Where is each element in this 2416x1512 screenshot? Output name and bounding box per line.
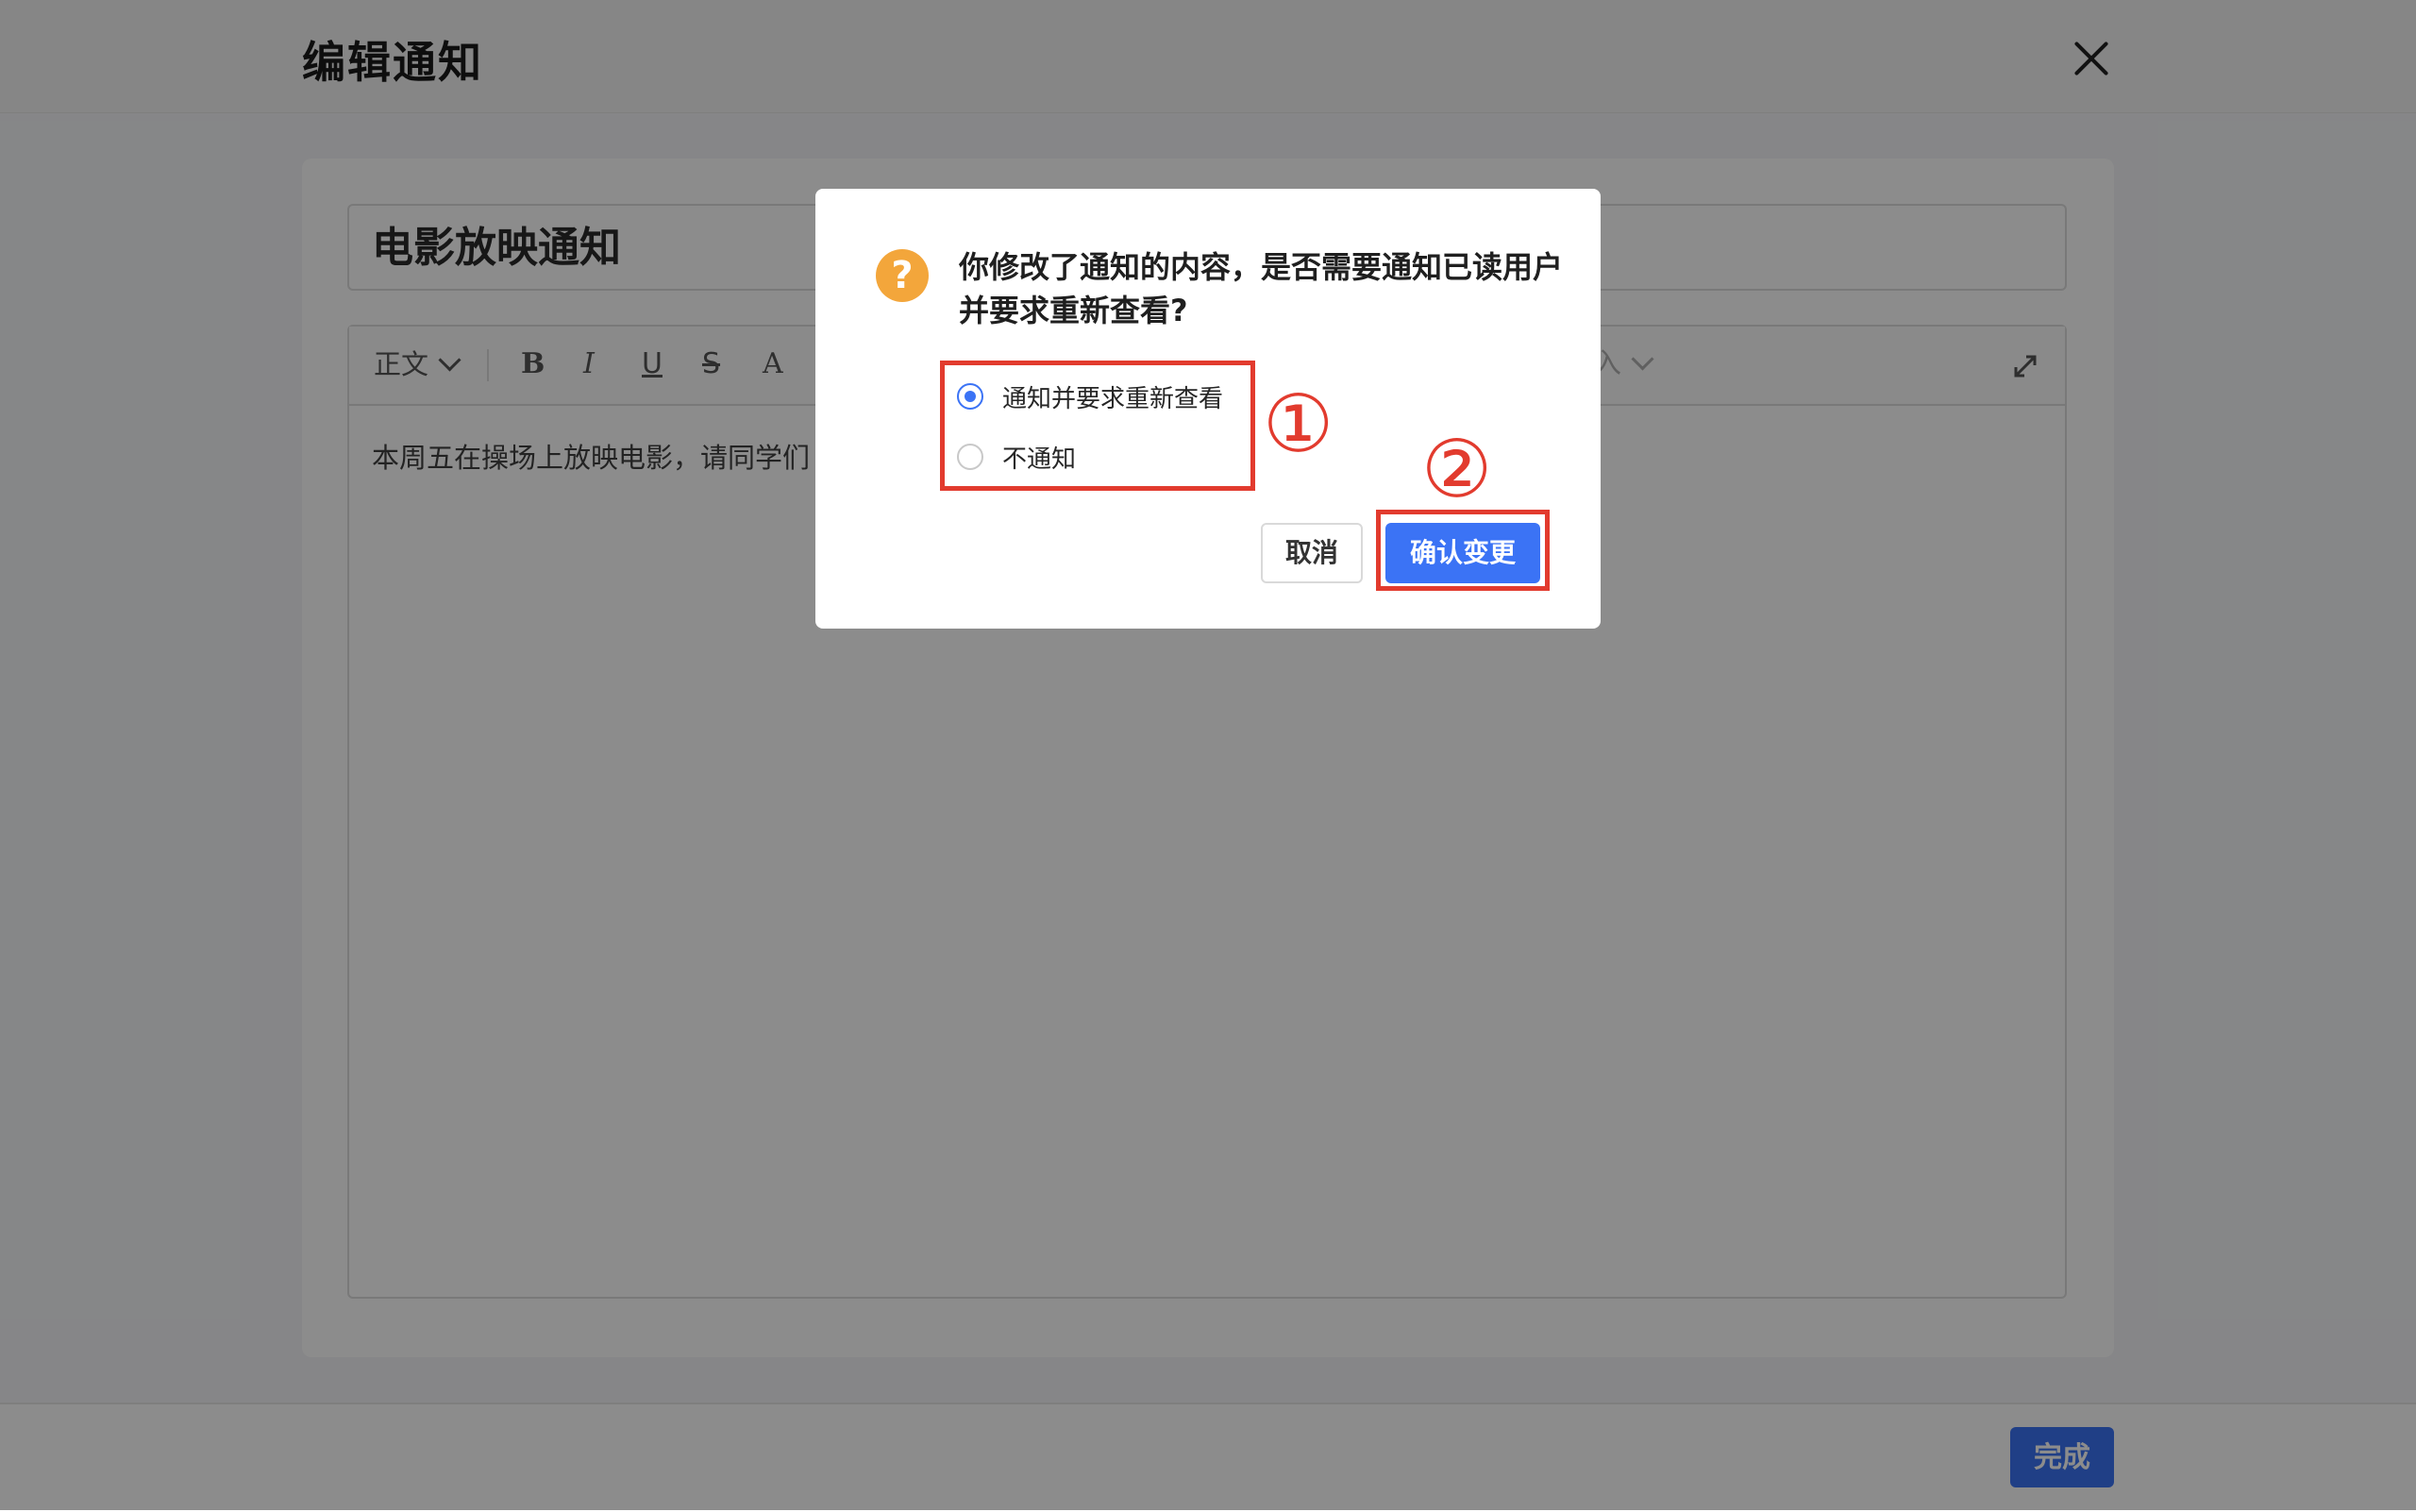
annotation-box-options <box>940 361 1255 491</box>
annotation-step-1: ① <box>1263 378 1334 470</box>
question-icon: ? <box>876 249 929 302</box>
cancel-button[interactable]: 取消 <box>1261 523 1363 583</box>
annotation-box-confirm <box>1376 510 1550 591</box>
dialog-message: 你修改了通知的内容，是否需要通知已读用户并要求重新查看? <box>959 249 1564 328</box>
annotation-step-2: ② <box>1421 423 1493 515</box>
